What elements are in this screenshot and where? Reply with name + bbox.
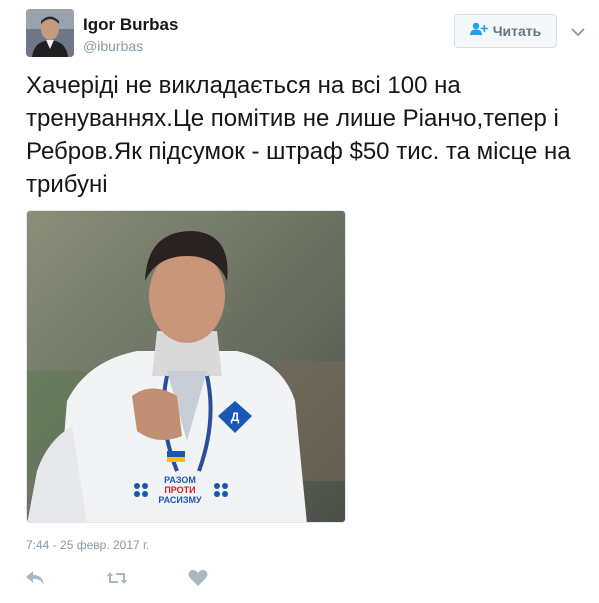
reply-icon[interactable] xyxy=(24,567,46,589)
retweet-icon[interactable] xyxy=(106,567,128,589)
tweet-text: Хачеріді не викладається на всі 100 на т… xyxy=(26,72,571,198)
svg-text:Д: Д xyxy=(231,410,240,424)
tweet-photo[interactable]: Д РАЗОМ ПРОТИ РАСИЗМУ xyxy=(26,210,346,523)
user-names: Igor Burbas @iburbas xyxy=(83,15,178,55)
like-icon[interactable] xyxy=(187,567,209,589)
avatar[interactable] xyxy=(26,9,74,57)
tweet-timestamp[interactable]: 7:44 - 25 февр. 2017 г. xyxy=(26,538,149,552)
svg-text:РАЗОМ: РАЗОМ xyxy=(164,475,196,485)
follow-button-label: Читать xyxy=(492,23,542,39)
add-user-icon xyxy=(469,22,488,41)
chevron-down-icon[interactable] xyxy=(570,24,586,40)
follow-button[interactable]: Читать xyxy=(454,14,557,48)
svg-text:РАСИЗМУ: РАСИЗМУ xyxy=(158,495,202,505)
svg-text:ПРОТИ: ПРОТИ xyxy=(164,485,195,495)
tweet-header: Igor Burbas @iburbas Читать xyxy=(26,9,586,57)
display-name[interactable]: Igor Burbas xyxy=(83,15,178,35)
player-photo: Д РАЗОМ ПРОТИ РАСИЗМУ xyxy=(27,211,345,522)
user-handle[interactable]: @iburbas xyxy=(83,37,178,55)
